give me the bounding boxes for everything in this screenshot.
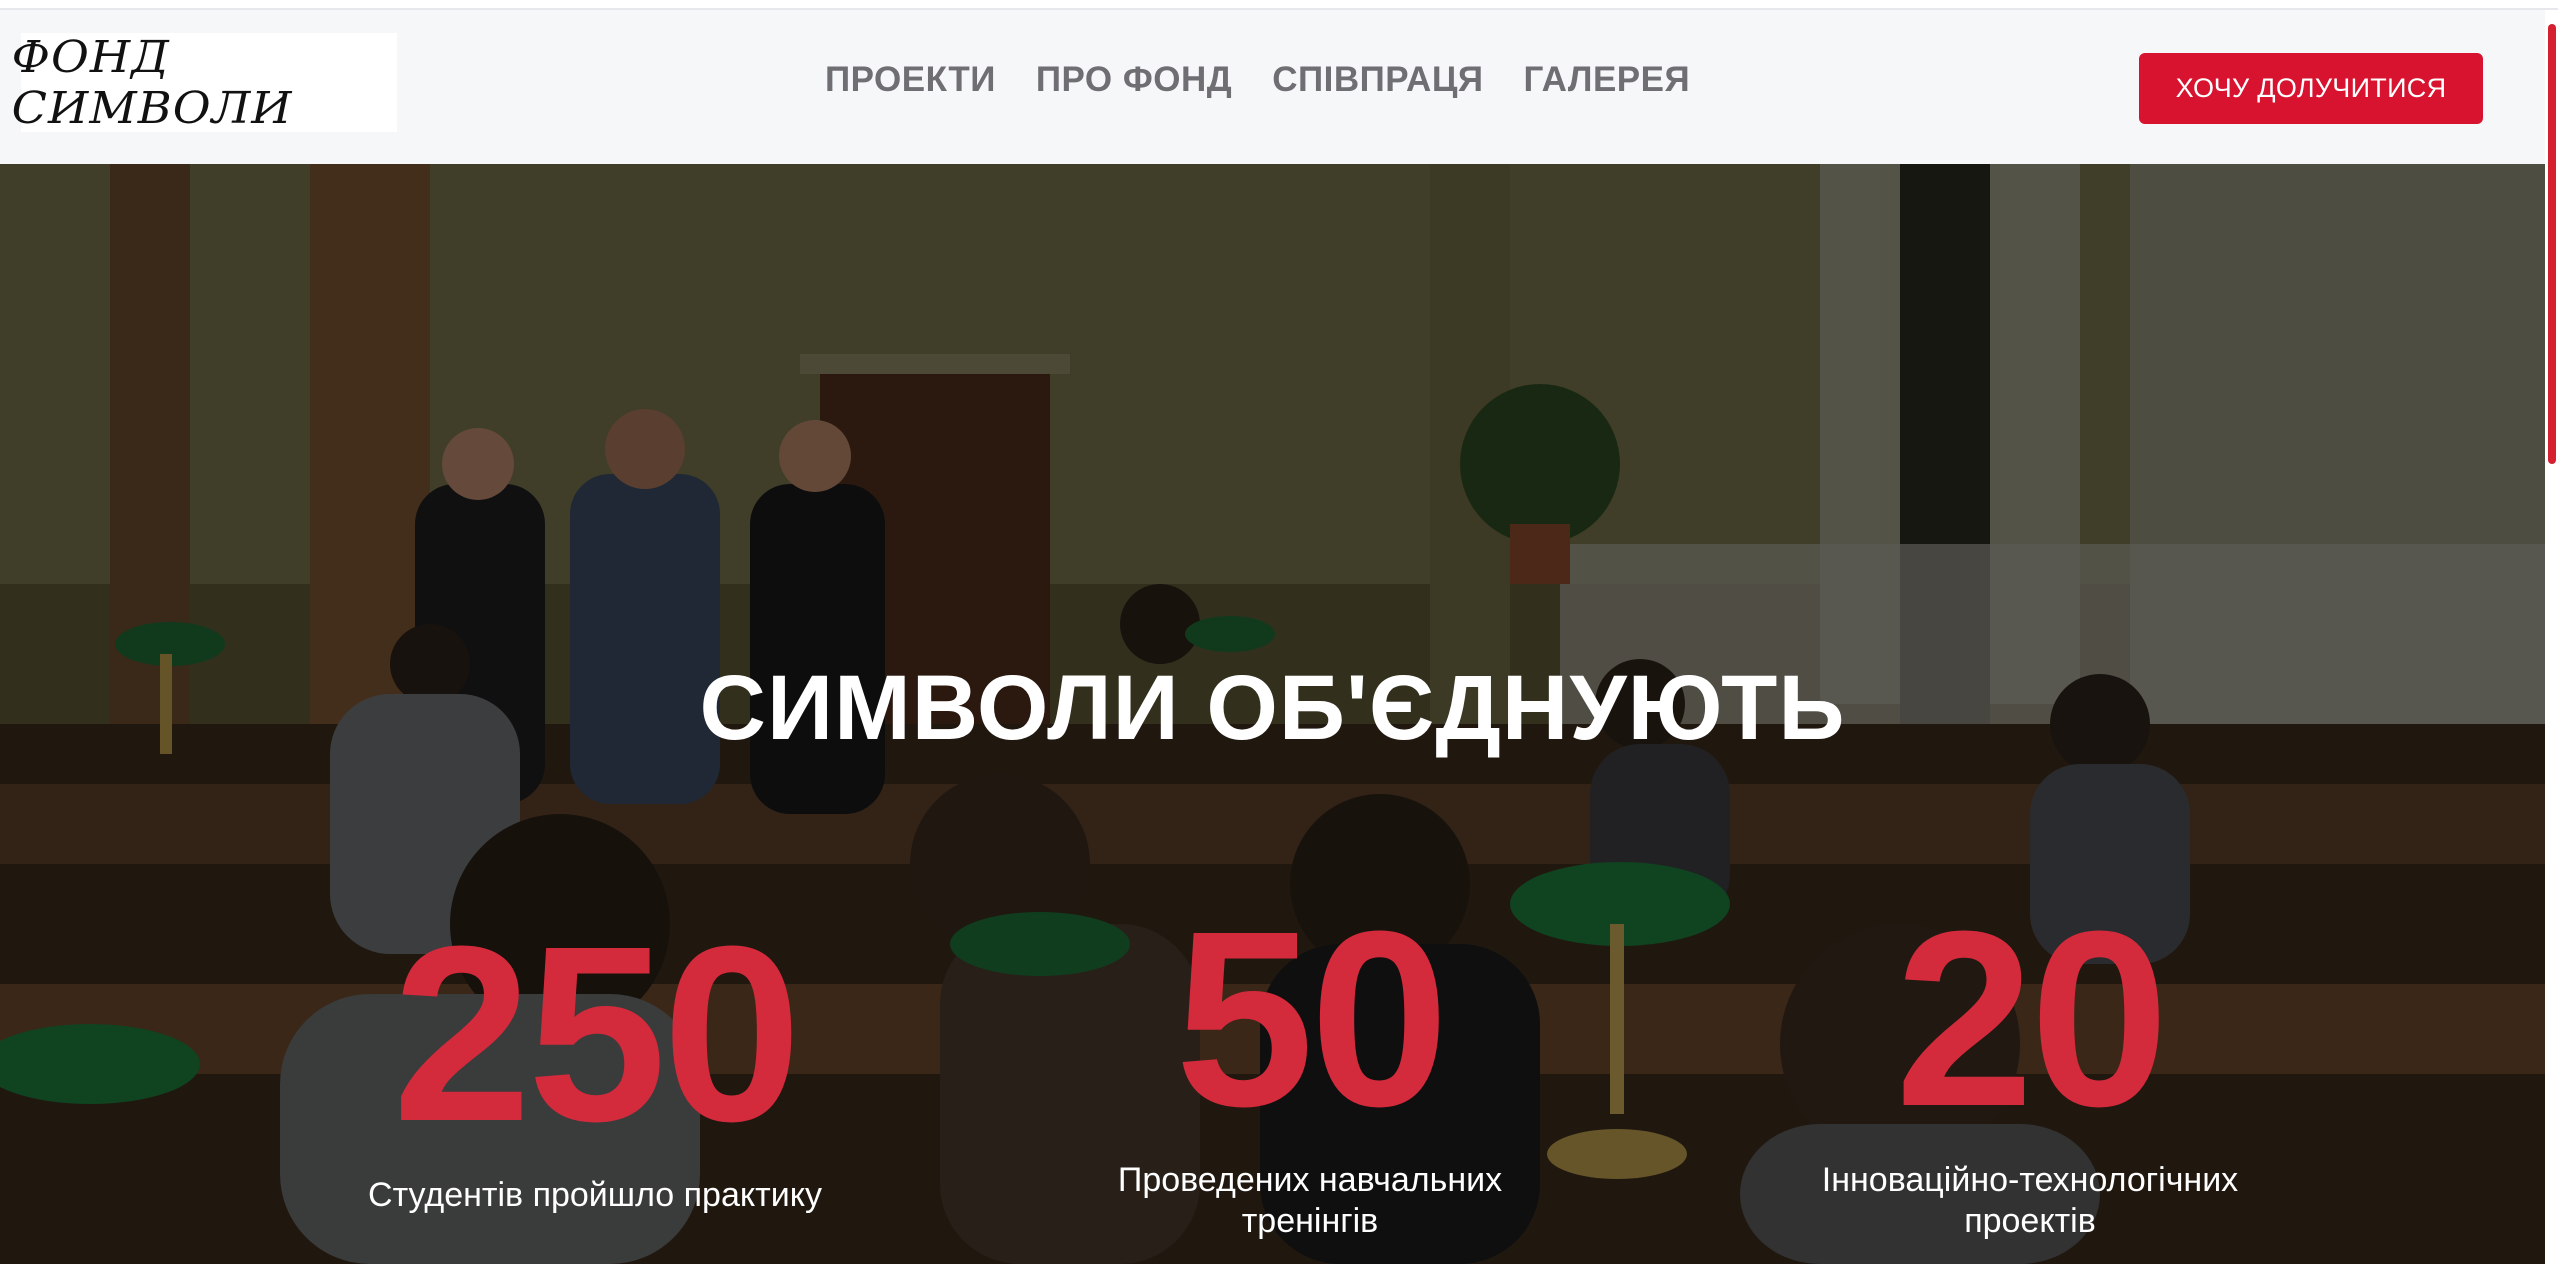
scrollbar-thumb[interactable]: [2548, 24, 2556, 464]
stat-label: Проведених навчальних тренінгів: [1010, 1160, 1610, 1242]
stat-students: 250 Студентів пройшло практику: [300, 909, 890, 1216]
logo-text: ФОНД СИМВОЛИ: [11, 31, 293, 134]
main-nav: ПРОЕКТИ ПРО ФОНД СПІВПРАЦЯ ГАЛЕРЕЯ: [825, 60, 1690, 100]
nav-item-gallery[interactable]: ГАЛЕРЕЯ: [1524, 60, 1691, 100]
nav-item-cooperation[interactable]: СПІВПРАЦЯ: [1272, 60, 1483, 100]
stat-number: 250: [392, 894, 801, 1173]
nav-item-about[interactable]: ПРО ФОНД: [1036, 60, 1232, 100]
page: ФОНД СИМВОЛИ ПРОЕКТИ ПРО ФОНД СПІВПРАЦЯ …: [0, 0, 2558, 1264]
stat-projects: 20 Інноваційно-технологічних проектів: [1730, 894, 2330, 1242]
scrollbar[interactable]: [2545, 10, 2558, 1264]
logo[interactable]: ФОНД СИМВОЛИ: [12, 32, 397, 134]
stat-label-line: Проведених навчальних: [1117, 1161, 1503, 1199]
stat-number: 20: [1894, 879, 2169, 1158]
stat-label-line: тренінгів: [1241, 1202, 1379, 1240]
hero-section: СИМВОЛИ ОБ'ЄДНУЮТЬ 250 Студентів пройшло…: [0, 164, 2545, 1264]
join-button[interactable]: ХОЧУ ДОЛУЧИТИСЯ: [2139, 53, 2483, 124]
stat-label-line: Інноваційно-технологічних: [1821, 1161, 2239, 1199]
stat-label: Студентів пройшло практику: [368, 1176, 822, 1214]
stat-number: 50: [1174, 879, 1449, 1158]
nav-item-projects[interactable]: ПРОЕКТИ: [825, 60, 996, 100]
stat-label: Інноваційно-технологічних проектів: [1730, 1160, 2330, 1242]
browser-top-border: [0, 0, 2558, 10]
hero-title: СИМВОЛИ ОБ'ЄДНУЮТЬ: [699, 657, 1846, 759]
stat-label-line: проектів: [1964, 1202, 2096, 1240]
stat-trainings: 50 Проведених навчальних тренінгів: [1010, 894, 1610, 1242]
site-header: ФОНД СИМВОЛИ ПРОЕКТИ ПРО ФОНД СПІВПРАЦЯ …: [0, 10, 2545, 164]
